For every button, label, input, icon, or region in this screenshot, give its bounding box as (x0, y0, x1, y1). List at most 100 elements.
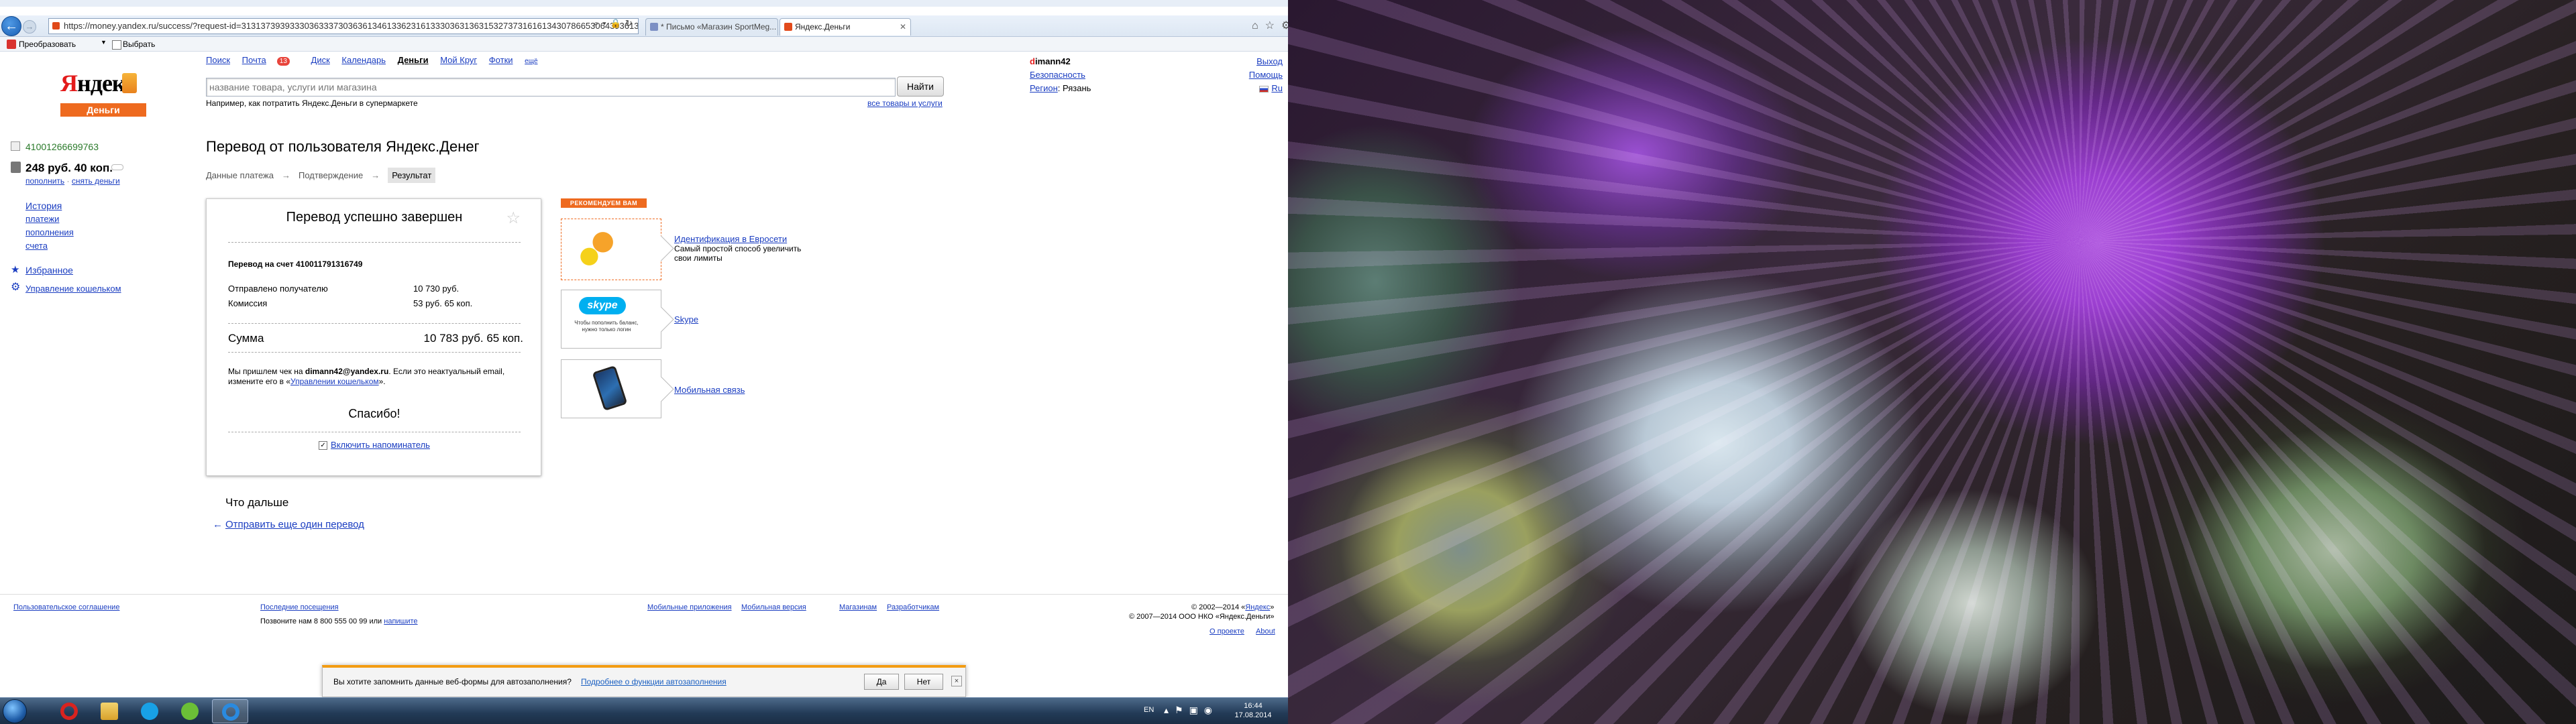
page-title: Перевод от пользователя Яндекс.Денег (206, 138, 480, 155)
select-button[interactable]: Выбрать (111, 40, 155, 50)
footer-mobile-apps-link[interactable]: Мобильные приложения (647, 603, 732, 611)
folder-icon (101, 703, 118, 720)
divider (228, 352, 521, 353)
arrow-right-icon: → (281, 170, 290, 180)
taskbar-explorer[interactable] (91, 699, 127, 723)
language-switch[interactable]: Ru (1234, 82, 1283, 95)
close-tab-icon[interactable]: ✕ (900, 19, 906, 35)
skype-promo-text: Чтобы пополнить баланс, нужно только лог… (574, 320, 639, 333)
sidebar-item-manage-wallet[interactable]: Управление кошельком (25, 284, 121, 294)
command-bar: Преобразовать ▼ Выбрать (0, 37, 1288, 52)
help-link[interactable]: Помощь (1249, 70, 1283, 80)
service-mail[interactable]: Почта 13 (242, 55, 299, 66)
sidebar-item-payments[interactable]: платежи (25, 214, 59, 224)
tray-icons[interactable]: ▴⚑▣◉ (1164, 705, 1218, 716)
footer-agreement-link[interactable]: Пользовательское соглашение (13, 603, 119, 611)
internet-explorer-icon (222, 703, 239, 721)
footer-about-link[interactable]: About (1256, 627, 1275, 636)
send-another-link[interactable]: Отправить еще один перевод (225, 519, 364, 530)
identification-link[interactable]: Идентификация в Евросети (674, 234, 787, 244)
convert-pdf-button[interactable]: Преобразовать (6, 40, 76, 49)
chevron-down-icon[interactable]: ▼ (101, 39, 107, 46)
sidebar-item-refills[interactable]: пополнения (25, 227, 74, 237)
footer-last-visits-link[interactable]: Последние посещения (260, 603, 339, 611)
enable-reminder[interactable]: ✓ Включить напоминатель (207, 440, 542, 450)
wallet-balance-icon (11, 162, 21, 173)
logo-subtitle: Деньги (60, 103, 146, 117)
receipt-email-note: Мы пришлем чек на dimann42@yandex.ru. Ес… (228, 367, 505, 386)
desktop-wallpaper (1288, 0, 2576, 724)
service-moikrug[interactable]: Мой Круг (440, 55, 477, 65)
breadcrumb-steps: Данные платежа → Подтверждение → Результат (206, 168, 436, 183)
promo-identification[interactable] (561, 219, 661, 280)
mobile-link[interactable]: Мобильная связь (674, 385, 745, 395)
taskbar-internet-explorer[interactable] (212, 699, 248, 723)
address-bar[interactable]: https://money.yandex.ru/success/?request… (48, 18, 639, 34)
service-disk[interactable]: Диск (311, 55, 330, 65)
tab-yandex-money[interactable]: Яндекс.Деньги ✕ (780, 18, 911, 36)
receipt-account: Перевод на счет 410011791316749 (228, 259, 363, 269)
favorite-star-icon[interactable]: ☆ (506, 208, 521, 228)
service-more[interactable]: ещё (525, 58, 537, 65)
withdraw-link[interactable]: снять деньги (72, 176, 120, 186)
service-money[interactable]: Деньги (398, 55, 429, 65)
hide-balance-icon[interactable] (111, 164, 123, 170)
username[interactable]: dimann42 (1030, 55, 1091, 68)
region-link[interactable]: Регион (1030, 83, 1058, 93)
promo-mobile[interactable] (561, 359, 661, 418)
checkbox-icon[interactable]: ✓ (319, 441, 328, 450)
taskbar-utorrent[interactable] (172, 699, 208, 723)
topup-link[interactable]: пополнить (25, 176, 64, 186)
address-text: https://money.yandex.ru/success/?request… (64, 21, 639, 31)
close-icon[interactable]: × (951, 676, 962, 686)
taskbar-skype[interactable] (131, 699, 168, 723)
title-bar (0, 0, 1288, 7)
taskbar-opera[interactable] (51, 699, 87, 723)
forward-button[interactable]: → (23, 20, 36, 34)
recommends-label: РЕКОМЕНДУЕМ ВАМ (561, 198, 647, 208)
autofill-yes-button[interactable]: Да (864, 674, 899, 690)
footer-mobile-version-link[interactable]: Мобильная версия (741, 603, 806, 611)
sidebar-item-history[interactable]: История (25, 200, 62, 211)
start-button[interactable] (3, 699, 27, 723)
yandex-link[interactable]: Яндекс (1245, 603, 1270, 611)
logout-link[interactable]: Выход (1256, 56, 1283, 66)
service-search[interactable]: Поиск (206, 55, 230, 65)
search-button[interactable]: Найти (897, 76, 944, 97)
manage-wallet-link[interactable]: Управлении кошельком (290, 377, 379, 386)
autofill-question: Вы хотите запомнить данные веб-формы для… (333, 677, 572, 686)
clock[interactable]: 16:44 17.08.2014 (1233, 701, 1273, 720)
write-us-link[interactable]: напишите (384, 617, 417, 625)
star-icon: ★ (11, 264, 20, 276)
service-calendar[interactable]: Календарь (341, 55, 386, 65)
tab-email[interactable]: * Письмо «Магазин SportMeg... (645, 18, 778, 36)
address-bar-icons[interactable]: ⌕▾🔒↻ (594, 18, 637, 29)
receipt-total-row: Сумма 10 783 руб. 65 коп. (228, 332, 523, 345)
footer-about-project-link[interactable]: О проекте (1210, 627, 1244, 636)
service-photos[interactable]: Фотки (489, 55, 513, 65)
sidebar-item-favorites[interactable]: Избранное (25, 265, 73, 276)
all-goods-link[interactable]: все товары и услуги (867, 99, 943, 108)
promo-skype[interactable]: skype Чтобы пополнить баланс, нужно толь… (561, 290, 661, 349)
autofill-no-button[interactable]: Нет (904, 674, 943, 690)
footer-shops-link[interactable]: Магазинам (839, 603, 877, 611)
footer-developers-link[interactable]: Разработчикам (887, 603, 939, 611)
mail-count-badge: 13 (276, 57, 290, 66)
identification-icon (578, 229, 616, 267)
skype-logo: skype (579, 297, 626, 314)
yandex-money-logo[interactable]: Яндекс Деньги (60, 69, 146, 117)
search-input[interactable] (206, 78, 896, 97)
flag-icon (1259, 85, 1269, 93)
utorrent-icon (181, 703, 199, 720)
sidebar-item-bills[interactable]: счета (25, 241, 48, 251)
autofill-more-link[interactable]: Подробнее о функции автозаполнения (581, 677, 727, 686)
browser-toolbar-icons[interactable]: ⌂☆⚙ (1252, 19, 1288, 32)
skype-link[interactable]: Skype (674, 314, 698, 324)
back-button[interactable]: ← (1, 16, 21, 36)
opera-icon (60, 703, 78, 720)
security-link[interactable]: Безопасность (1030, 70, 1085, 80)
mail-favicon-icon (650, 23, 658, 31)
keyboard-language[interactable]: EN (1144, 706, 1154, 714)
receipt-fee-row: Комиссия 53 руб. 65 коп. (228, 298, 473, 308)
footer-divider (0, 594, 1288, 595)
